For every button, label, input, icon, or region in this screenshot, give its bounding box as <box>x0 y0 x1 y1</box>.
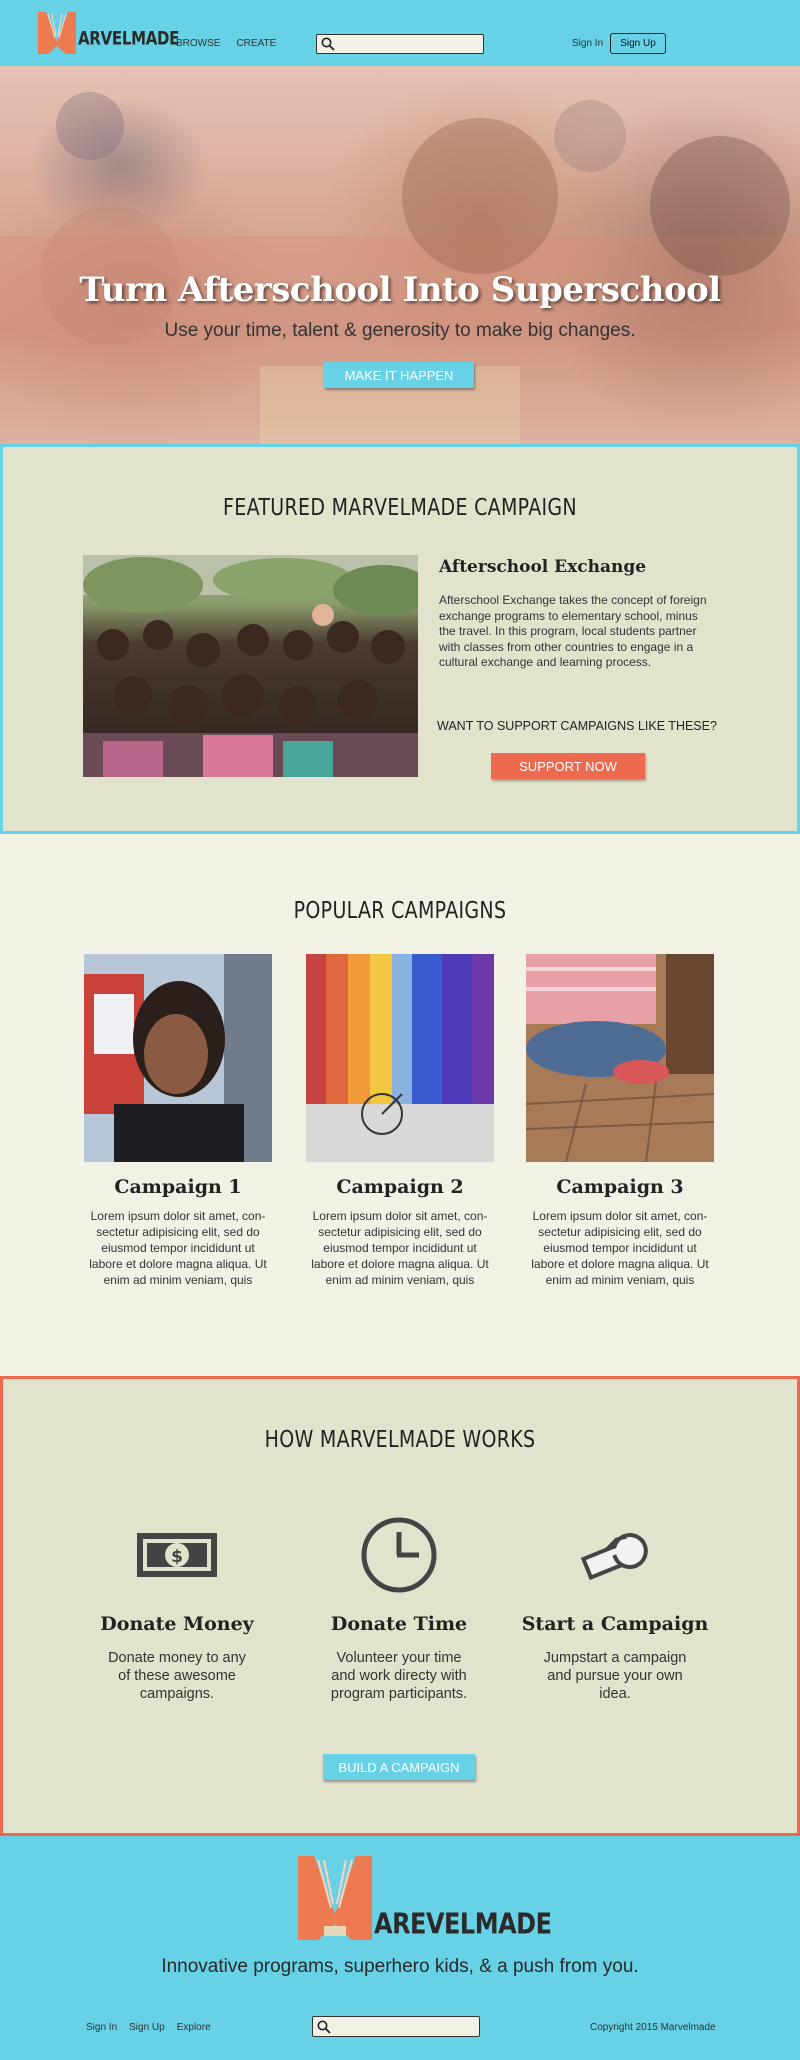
start-campaign-title: Start a Campaign <box>521 1613 709 1635</box>
campaign-card-1[interactable]: Campaign 1 Lorem ipsum dolor sit amet, c… <box>84 954 272 1288</box>
campaign-3-text: Lorem ipsum dolor sit amet, con-sectetur… <box>531 1209 709 1287</box>
how-heading: HOW MARVELMADE WORKS <box>264 1426 536 1454</box>
campaign-3-photo[interactable] <box>526 954 714 1162</box>
featured-campaign-section: FEATURED MARVELMADE CAMPAIGN Afterschool… <box>0 444 800 834</box>
donate-time-title: Donate Time <box>330 1613 468 1635</box>
clock-icon <box>361 1517 437 1593</box>
hero-title: Turn Afterschool Into Superschool <box>79 270 721 310</box>
campaign-1-photo[interactable] <box>84 954 272 1162</box>
featured-heading: FEATURED MARVELMADE CAMPAIGN <box>223 494 577 522</box>
footer-tagline: Innovative programs, superhero kids, & a… <box>161 1956 639 1977</box>
campaign-card-2[interactable]: Campaign 2 Lorem ipsum dolor sit amet, c… <box>306 954 494 1288</box>
nav-browse[interactable]: BROWSE <box>176 38 220 49</box>
campaign-2-title: Campaign 2 <box>336 1176 464 1198</box>
footer-sign-up-link[interactable]: Sign Up <box>129 2022 165 2033</box>
search-icon[interactable] <box>317 2020 331 2034</box>
donate-time-text: Volunteer your time and work directy wit… <box>330 1650 468 1702</box>
campaign-card-3[interactable]: Campaign 3 Lorem ipsum dolor sit amet, c… <box>526 954 714 1288</box>
header-search <box>316 34 484 54</box>
footer-brand-name: AREVELMADE <box>374 1907 552 1941</box>
woman-portrait-photo <box>84 954 272 1162</box>
start-campaign-text: Jumpstart a campaign and pursue your own… <box>543 1650 687 1702</box>
campaign-1-title: Campaign 1 <box>114 1176 242 1198</box>
footer-logo[interactable]: AREVELMADE <box>298 1856 552 1941</box>
colorful-pillars-photo <box>306 954 494 1162</box>
copyright-text: Copyright 2015 Marvelmade <box>590 2022 716 2033</box>
footer-search-input[interactable] <box>331 2017 479 2036</box>
hero-subtitle: Use your time, talent & generosity to ma… <box>164 320 636 341</box>
campaign-2-text: Lorem ipsum dolor sit amet, con-sectetur… <box>311 1209 489 1287</box>
money-icon: $ <box>137 1533 217 1577</box>
marvelmade-logo-icon <box>38 12 76 54</box>
search-input[interactable] <box>335 35 483 53</box>
how-item-start-campaign: Start a Campaign Jumpstart a campaign an… <box>515 1515 715 1703</box>
build-a-campaign-button[interactable]: BUILD A CAMPAIGN <box>323 1754 475 1780</box>
svg-text:$: $ <box>171 1547 183 1567</box>
campaign-1-text: Lorem ipsum dolor sit amet, con-sectetur… <box>89 1209 267 1287</box>
child-on-deck-photo <box>526 954 714 1162</box>
how-item-donate-time: Donate Time Volunteer your time and work… <box>299 1515 499 1703</box>
hero-banner: Turn Afterschool Into Superschool Use yo… <box>0 66 800 444</box>
donate-money-title: Donate Money <box>100 1613 254 1635</box>
brand-name: ARVELMADE <box>78 26 180 50</box>
whistle-icon <box>580 1533 648 1581</box>
featured-campaign-description: Afterschool Exchange takes the concept o… <box>439 593 707 669</box>
logo[interactable]: ARVELMADE <box>38 12 179 54</box>
campaign-2-photo[interactable] <box>306 954 494 1162</box>
footer-sign-in-link[interactable]: Sign In <box>86 2022 117 2033</box>
site-header: ARVELMADE BROWSE CREATE Sign In Sign Up <box>0 0 800 66</box>
donate-money-text: Donate money to any of these awesome cam… <box>108 1650 246 1702</box>
marvelmade-logo-icon <box>298 1856 372 1940</box>
search-icon[interactable] <box>321 37 335 51</box>
campaign-3-title: Campaign 3 <box>556 1176 684 1198</box>
footer-explore-link[interactable]: Explore <box>177 2022 211 2033</box>
support-now-button[interactable]: SUPPORT NOW <box>491 753 645 779</box>
footer-search <box>312 2016 480 2037</box>
site-footer: AREVELMADE Innovative programs, superher… <box>0 1836 800 2060</box>
popular-campaigns-section: POPULAR CAMPAIGNS Campaign 1 Lorem ipsum… <box>0 834 800 1376</box>
children-group-photo <box>83 555 418 777</box>
featured-campaign-photo[interactable] <box>83 555 418 777</box>
how-it-works-section: HOW MARVELMADE WORKS $ Donate Money Dona… <box>0 1376 800 1836</box>
featured-campaign-title: Afterschool Exchange <box>439 557 647 577</box>
sign-in-link[interactable]: Sign In <box>572 38 603 49</box>
main-nav: BROWSE CREATE <box>176 38 276 49</box>
support-question: WANT TO SUPPORT CAMPAIGNS LIKE THESE? <box>437 719 717 733</box>
how-item-donate-money: $ Donate Money Donate money to any of th… <box>77 1515 277 1703</box>
popular-heading: POPULAR CAMPAIGNS <box>293 897 507 925</box>
footer-links: Sign In Sign Up Explore <box>86 2022 211 2033</box>
sign-up-button[interactable]: Sign Up <box>610 33 666 54</box>
make-it-happen-button[interactable]: MAKE IT HAPPEN <box>324 362 474 388</box>
nav-create[interactable]: CREATE <box>236 38 276 49</box>
